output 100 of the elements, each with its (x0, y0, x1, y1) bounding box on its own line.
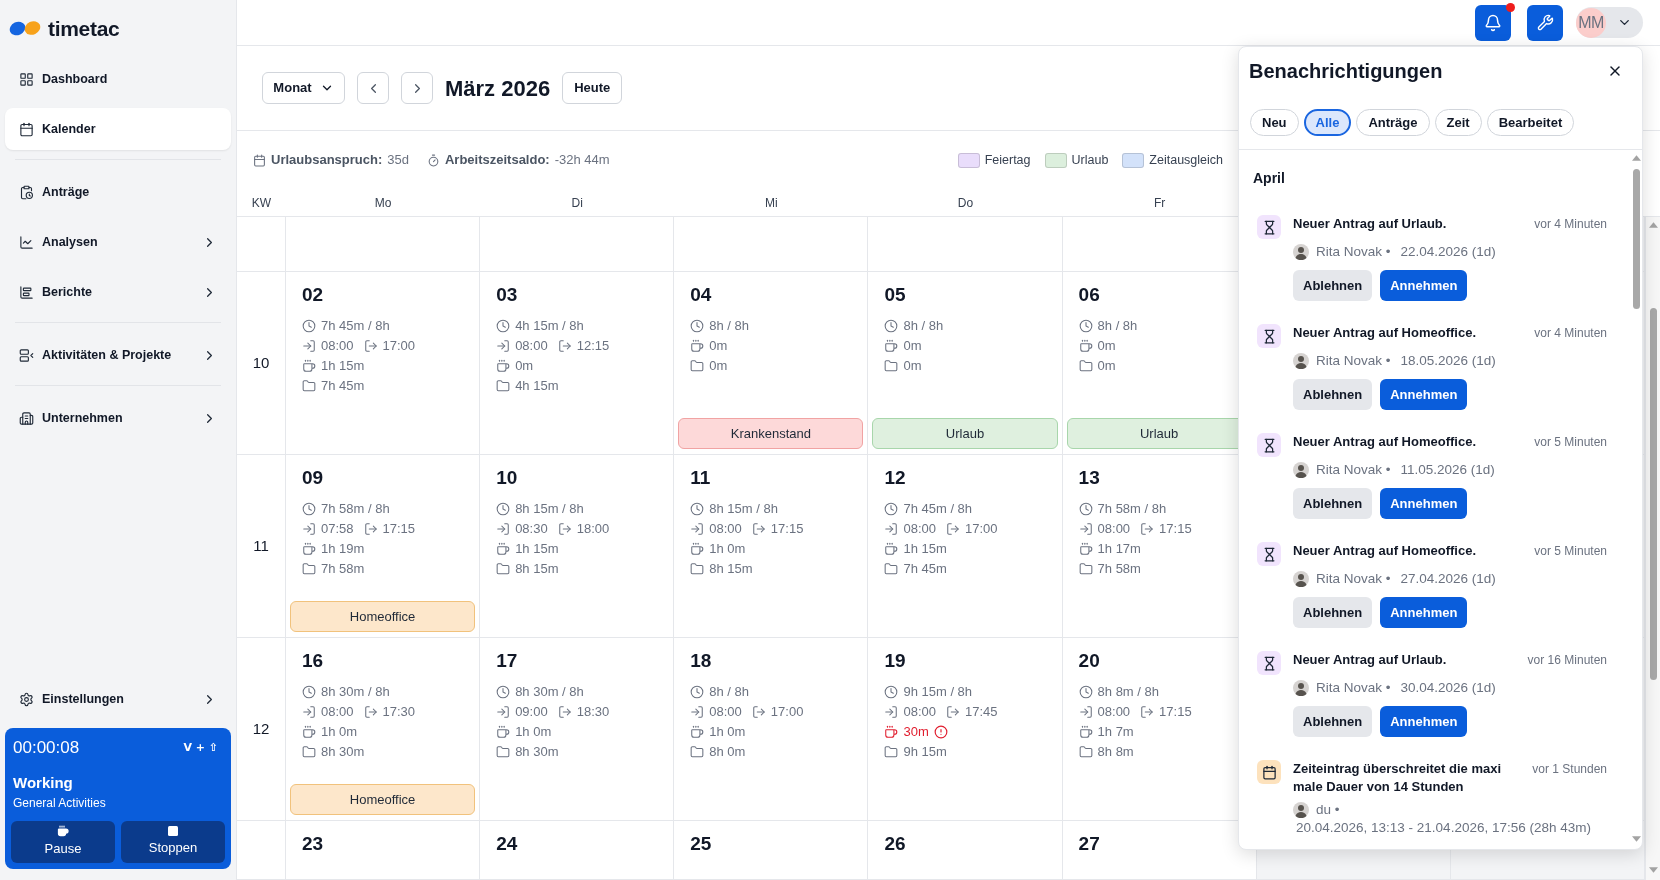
user-avatar-icon (1293, 353, 1309, 369)
project-hours: 8h 8m (1097, 743, 1134, 762)
day-number: 10 (496, 466, 518, 490)
folder-icon (302, 745, 316, 759)
nav-item[interactable]: Anträge (5, 171, 231, 213)
stop-button[interactable]: Stoppen (121, 821, 225, 863)
worked-hours: 7h 58m / 8h (321, 500, 390, 519)
nav-item[interactable]: Einstellungen (5, 678, 231, 720)
accept-button[interactable]: Annehmen (1380, 379, 1468, 410)
clock-in-time: 08:00 (903, 703, 936, 722)
accept-button[interactable]: Annehmen (1380, 597, 1468, 628)
stop-square-icon (168, 826, 178, 837)
accept-button[interactable]: Annehmen (1380, 270, 1468, 301)
folder-icon (690, 562, 705, 576)
stopwatch-icon (426, 153, 440, 167)
clock-out-time: 17:15 (1159, 703, 1192, 722)
tools-button[interactable] (1527, 4, 1563, 41)
clock-out-time: 17:15 (382, 520, 416, 539)
filter-tab[interactable]: Zeit (1434, 109, 1482, 136)
day-number: 27 (1078, 832, 1100, 856)
break-duration: 0m (1097, 337, 1116, 356)
coffee-cup-icon (57, 825, 69, 838)
logo-text: timetac (48, 17, 120, 39)
project-hours: 0m (1097, 357, 1116, 376)
nav-item[interactable]: Kalender (5, 108, 231, 150)
folder-icon (496, 745, 511, 759)
worked-hours: 8h 15m / 8h (515, 500, 584, 519)
nav-item[interactable]: Berichte (5, 271, 231, 313)
keyboard-shortcut: V + ⇧ (183, 739, 218, 756)
clock-in-time: 08:00 (709, 703, 742, 722)
decline-button[interactable]: Ablehnen (1293, 488, 1373, 519)
decline-button[interactable]: Ablehnen (1293, 379, 1373, 410)
nav-item[interactable]: Analysen (5, 221, 231, 263)
column-header: Mo (374, 194, 392, 212)
notification-time: vor 5 Minuten (1534, 543, 1607, 560)
worked-hours: 8h / 8h (1097, 317, 1138, 336)
project-hours: 0m (903, 357, 922, 376)
clock-in-time: 08:00 (709, 520, 742, 539)
filter-tab[interactable]: Neu (1250, 109, 1299, 136)
login-arrow-icon (884, 705, 899, 719)
request-date: 27.04.2026 (1d) (1400, 570, 1496, 588)
filter-tab[interactable]: Anträge (1356, 109, 1430, 136)
login-arrow-icon (302, 705, 316, 719)
filter-tab[interactable]: Bearbeitet (1486, 109, 1575, 136)
event-label: Krankenstand (678, 418, 864, 449)
decline-button[interactable]: Ablehnen (1293, 706, 1373, 737)
requester-name: Rita Novak • (1316, 679, 1391, 697)
login-arrow-icon (496, 522, 511, 536)
break-duration: 1h 7m (1097, 723, 1134, 742)
nav-item[interactable]: Aktivitäten & Projekte (5, 334, 231, 376)
day-number: 24 (496, 832, 518, 856)
break-duration: 30m (903, 723, 929, 742)
clock-icon (690, 685, 705, 699)
column-header: Di (571, 194, 583, 212)
folder-icon (884, 562, 899, 576)
project-hours: 8h 30m (515, 743, 559, 762)
login-arrow-icon (1078, 522, 1093, 536)
day-number: 03 (496, 283, 518, 307)
today-button[interactable]: Heute (562, 72, 623, 104)
decline-button[interactable]: Ablehnen (1293, 270, 1373, 301)
clock-in-time: 08:30 (515, 520, 548, 539)
week-number: 10 (252, 352, 270, 373)
summary-label: Arbeitszeitsaldo: (444, 151, 550, 170)
clock-out-time: 17:00 (770, 703, 804, 722)
worked-hours: 8h 8m / 8h (1097, 683, 1159, 702)
worked-hours: 4h 15m / 8h (515, 317, 584, 336)
nav-item[interactable]: Dashboard (5, 58, 231, 100)
building-icon (19, 410, 34, 426)
clock-out-time: 17:45 (964, 703, 998, 722)
project-hours: 7h 58m (1097, 560, 1141, 579)
coffee-cup-icon (884, 339, 899, 353)
login-arrow-icon (690, 522, 705, 536)
break-duration: 0m (709, 337, 728, 356)
clock-icon (884, 502, 899, 516)
pause-button[interactable]: Pause (11, 821, 115, 863)
requester-name: Rita Novak • (1316, 352, 1391, 370)
project-hours: 8h 15m (709, 560, 753, 579)
break-duration: 1h 15m (515, 540, 559, 559)
clock-in-time: 08:00 (515, 337, 548, 356)
worked-hours: 8h 30m / 8h (515, 683, 584, 702)
hourglass-icon (1257, 215, 1281, 239)
nav-item[interactable]: Unternehmen (5, 397, 231, 439)
decline-button[interactable]: Ablehnen (1293, 597, 1373, 628)
filter-tab[interactable]: Alle (1303, 109, 1352, 136)
project-hours: 8h 30m (321, 743, 365, 762)
clock-icon (496, 685, 511, 699)
request-date: 18.05.2026 (1d) (1400, 352, 1496, 370)
coffee-cup-icon (302, 725, 316, 739)
user-avatar-icon (1293, 244, 1309, 260)
clock-out-time: 17:15 (1159, 520, 1192, 539)
accept-button[interactable]: Annehmen (1380, 488, 1468, 519)
user-avatar: MM (1576, 7, 1606, 38)
week-number: 12 (252, 718, 270, 739)
notification-time: vor 1 Stunden (1532, 761, 1607, 778)
view-dropdown[interactable]: Monat (262, 72, 345, 104)
event-label: Homeoffice (290, 601, 476, 632)
day-number: 04 (690, 283, 712, 307)
accept-button[interactable]: Annehmen (1380, 706, 1468, 737)
login-arrow-icon (496, 339, 511, 353)
requester-name: du • (1316, 801, 1340, 819)
